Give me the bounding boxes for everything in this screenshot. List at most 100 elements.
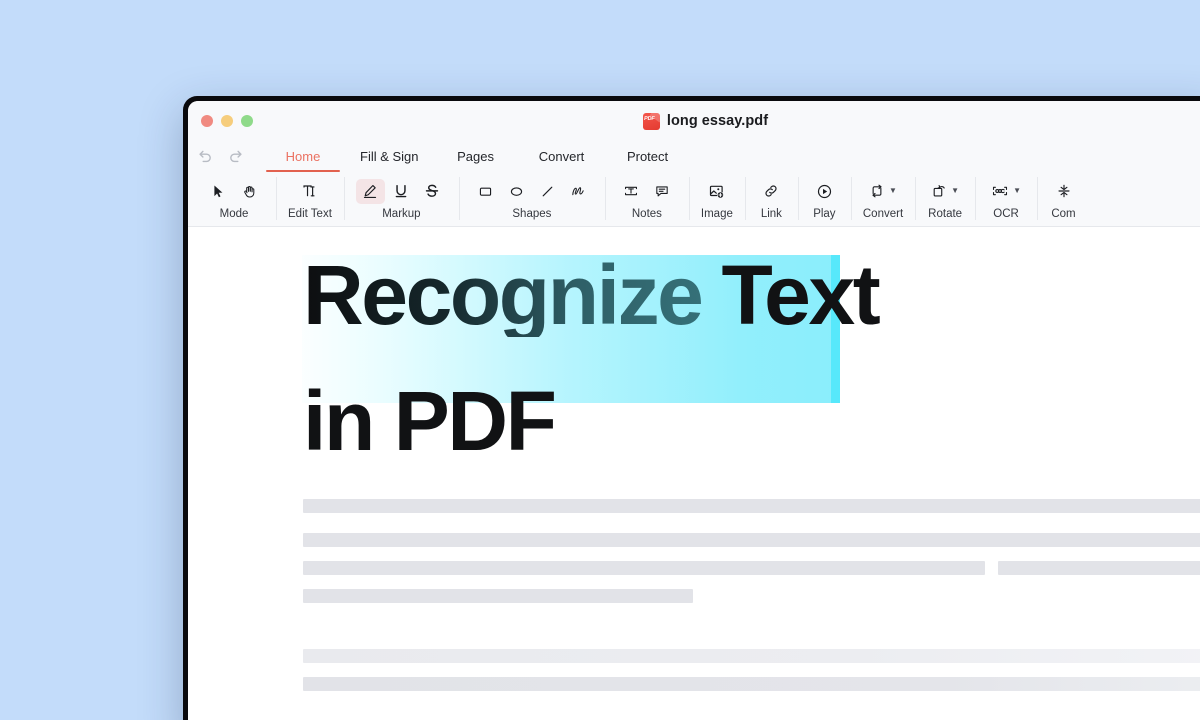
add-image-icon[interactable] (702, 179, 731, 204)
ribbon-tab-bar: Home Fill & Sign Pages Convert Protect (188, 141, 1200, 172)
ribbon-group-image-label: Image (700, 208, 733, 220)
ribbon-group-compress-label: Com (1051, 208, 1076, 220)
text-box-icon[interactable] (617, 179, 646, 204)
tab-protect-label: Protect (626, 148, 669, 164)
ribbon-group-rotate-icons: ▼ (927, 177, 963, 205)
ribbon-group-markup: Markup (343, 171, 459, 226)
ribbon-group-shapes-label: Shapes (512, 208, 552, 220)
placeholder-row (303, 499, 1200, 513)
window-inner: long essay.pdf (188, 101, 1200, 720)
tab-convert[interactable]: Convert (519, 142, 605, 170)
tab-home[interactable]: Home (260, 142, 346, 172)
ribbon-group-markup-icons (355, 177, 447, 205)
ribbon-group-mode: Mode (192, 171, 276, 226)
placeholder-bar (303, 677, 1200, 691)
placeholder-row (303, 561, 1200, 575)
minimize-window-button[interactable] (221, 115, 233, 127)
close-window-button[interactable] (201, 115, 213, 127)
pdf-page-canvas[interactable]: Recognize Text in PDF (188, 227, 1200, 720)
tab-pages[interactable]: Pages (433, 142, 519, 170)
placeholder-bar (998, 561, 1200, 575)
row-gap (303, 513, 1200, 533)
ellipse-icon[interactable] (502, 179, 531, 204)
chevron-down-icon[interactable]: ▼ (951, 187, 959, 195)
heading-word-text: Text (721, 248, 880, 342)
heading-word-in-pdf: in PDF (303, 374, 557, 468)
ribbon-group-ocr-label: OCR (993, 208, 1019, 220)
tab-fill-and-sign[interactable]: Fill & Sign (346, 142, 433, 170)
ribbon-group-play-label: Play (813, 208, 836, 220)
row-gap (303, 575, 1200, 589)
tab-pages-label: Pages (457, 148, 494, 164)
tab-protect[interactable]: Protect (605, 142, 691, 170)
cursor-arrow-icon[interactable] (204, 179, 233, 204)
convert-arrows-icon[interactable]: ▼ (865, 179, 901, 204)
pdf-page-content: Recognize Text in PDF (188, 227, 1200, 691)
placeholder-row (303, 677, 1200, 691)
ribbon-group-shapes: Shapes (458, 171, 605, 226)
ribbon-group-mode-label: Mode (219, 208, 249, 220)
hand-grab-icon[interactable] (235, 179, 264, 204)
ribbon-group-play-icons (810, 177, 839, 205)
text-cursor-icon[interactable] (295, 179, 324, 204)
ribbon-group-ocr: ▼ OCR (975, 171, 1037, 226)
ribbon-group-link-icons (757, 177, 786, 205)
body-text-placeholder (303, 499, 1200, 691)
heading-word-recognize: Recognize (303, 248, 704, 342)
rotate-square-icon[interactable]: ▼ (927, 179, 963, 204)
document-title: long essay.pdf (666, 113, 769, 129)
ribbon-group-convert: ▼ Convert (850, 171, 915, 226)
tab-list: Home Fill & Sign Pages Convert Protect (260, 142, 691, 172)
heading-line-1: Recognize Text (302, 248, 1200, 403)
underline-icon[interactable] (387, 179, 416, 204)
line-icon[interactable] (533, 179, 562, 204)
placeholder-bar (303, 533, 1200, 547)
undo-arrow-icon[interactable] (190, 143, 220, 169)
ribbon-group-link-label: Link (760, 208, 782, 220)
ribbon-group-markup-label: Markup (382, 208, 421, 220)
ribbon-group-convert-icons: ▼ (865, 177, 901, 205)
chain-link-icon[interactable] (757, 179, 786, 204)
play-circle-icon[interactable] (810, 179, 839, 204)
ribbon-group-image: Image (688, 171, 745, 226)
ribbon-toolbar: Mode Edit Text Markup Shapes Notes Image… (188, 171, 1200, 227)
compress-icon[interactable] (1049, 179, 1078, 204)
ocr-scan-icon[interactable]: ▼ (987, 179, 1025, 204)
row-gap (303, 663, 1200, 677)
traffic-light-controls (188, 115, 253, 127)
row-gap (303, 603, 1200, 649)
placeholder-bar (303, 499, 1200, 513)
ribbon-group-shapes-icons (471, 177, 593, 205)
ribbon-group-rotate-label: Rotate (928, 208, 963, 220)
ribbon-group-image-icons (702, 177, 731, 205)
placeholder-row (303, 589, 1200, 603)
ribbon-group-edit-text-icons (295, 177, 324, 205)
comment-bubble-icon[interactable] (648, 179, 677, 204)
ribbon-group-notes: Notes (604, 171, 689, 226)
ribbon-group-mode-icons (204, 177, 264, 205)
pdf-file-icon (642, 112, 660, 130)
chevron-down-icon[interactable]: ▼ (1013, 187, 1021, 195)
pdf-editor-window: long essay.pdf (183, 96, 1200, 720)
ribbon-group-play: Play (797, 171, 851, 226)
ribbon-group-compress: Com (1037, 171, 1090, 226)
maximize-window-button[interactable] (241, 115, 253, 127)
window-titlebar: long essay.pdf (188, 101, 1200, 141)
strikethrough-icon[interactable] (418, 179, 447, 204)
freehand-scribble-icon[interactable] (564, 179, 593, 204)
placeholder-row (303, 649, 1200, 663)
placeholder-bar (303, 589, 693, 603)
ribbon-group-link: Link (744, 171, 798, 226)
placeholder-bar (303, 561, 985, 575)
tab-convert-label: Convert (538, 148, 585, 164)
placeholder-bar (303, 649, 1200, 663)
chevron-down-icon[interactable]: ▼ (889, 187, 897, 195)
highlighter-pen-icon[interactable] (355, 178, 385, 204)
rectangle-icon[interactable] (471, 179, 500, 204)
document-title-area: long essay.pdf (188, 112, 1200, 130)
ribbon-group-edit-text-label: Edit Text (288, 208, 332, 220)
ribbon-group-compress-icons (1049, 177, 1078, 205)
desktop-backdrop: long essay.pdf (0, 0, 1200, 720)
row-gap (303, 547, 1200, 561)
redo-arrow-icon[interactable] (220, 143, 250, 169)
